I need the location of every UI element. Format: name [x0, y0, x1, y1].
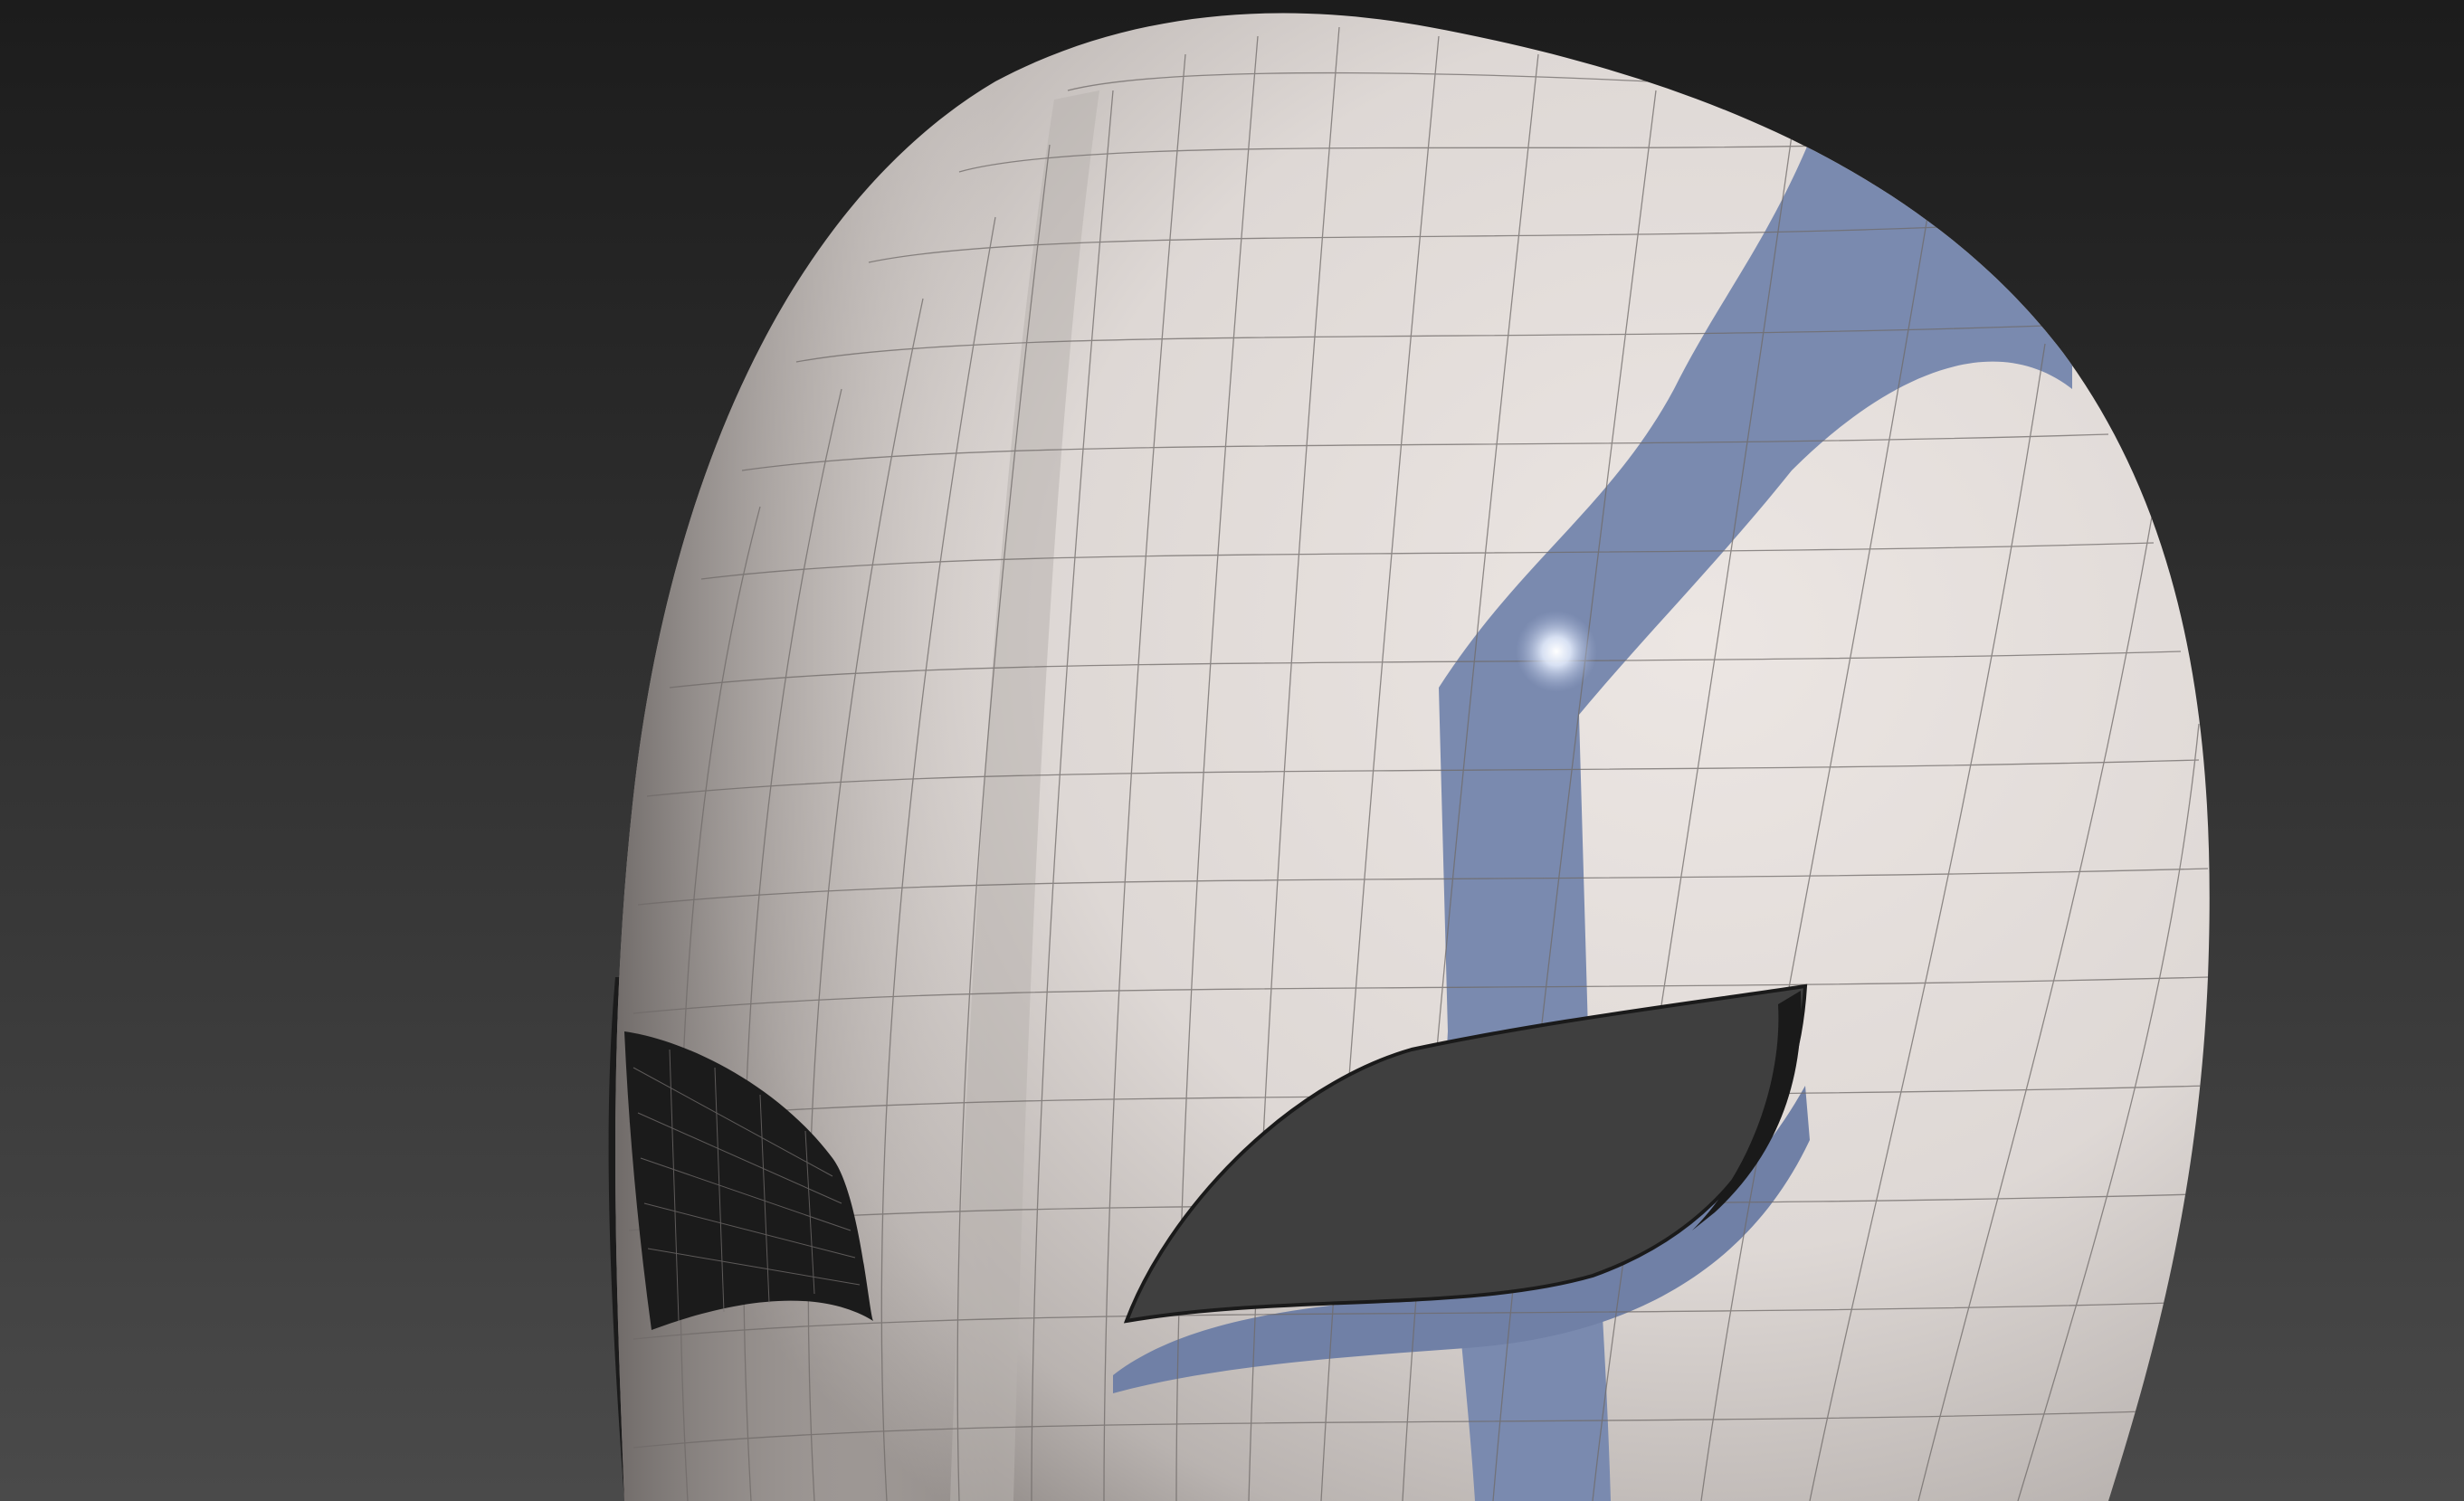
3d-viewport[interactable]: [0, 0, 2464, 1501]
viewport-canvas[interactable]: [0, 0, 2464, 1501]
specular-highlight: [1516, 611, 1597, 692]
